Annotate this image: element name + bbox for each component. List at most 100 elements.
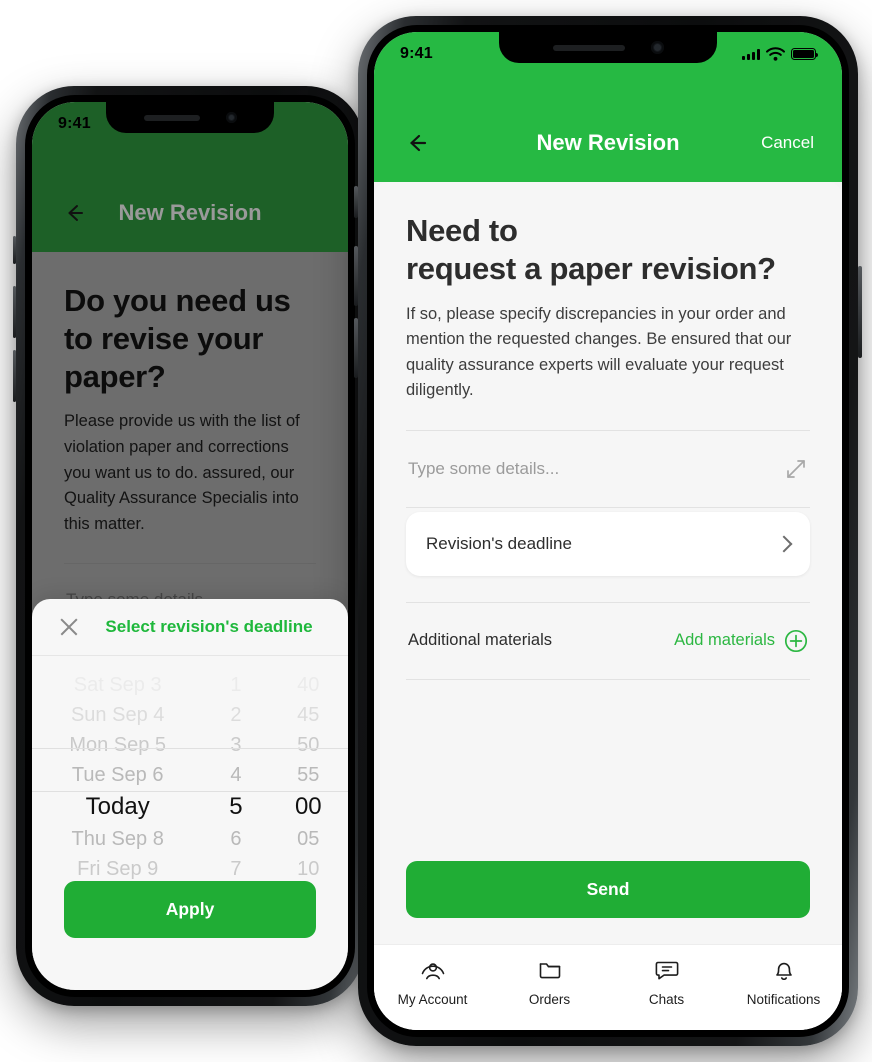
status-time: 9:41 (58, 115, 91, 132)
back-nav-bar: New Revision (32, 194, 348, 232)
tab-my-account[interactable]: My Account (374, 955, 491, 1007)
picker-item[interactable]: Sun Sep 4 (32, 700, 203, 730)
power-button[interactable] (858, 266, 862, 358)
additional-materials-row: Additional materials Add materials (406, 603, 810, 679)
volume-down-button[interactable] (354, 318, 358, 378)
revision-deadline-label: Revision's deadline (426, 533, 572, 553)
tab-notifications[interactable]: Notifications (725, 955, 842, 1007)
details-placeholder: Type some details... (408, 458, 560, 478)
bell-icon (775, 962, 792, 981)
apply-button[interactable]: Apply (64, 881, 316, 938)
picker-item-selected[interactable]: Today (32, 790, 203, 824)
picker-item[interactable]: 1 (203, 670, 268, 700)
picker-item[interactable]: 7 (203, 854, 268, 881)
tab-label: Chats (648, 992, 685, 1007)
bottom-tab-bar: My Account Orders Chats Notifications (374, 944, 842, 1030)
mute-switch[interactable] (354, 186, 358, 218)
tab-label: Notifications (746, 992, 821, 1007)
sheet-title: Select revision's deadline (105, 617, 313, 636)
picker-item[interactable]: Mon Sep 5 (32, 730, 203, 760)
back-page-body-text: Please provide us with the list of viola… (64, 412, 300, 533)
battery-icon (791, 48, 819, 60)
earpiece-speaker (552, 44, 625, 51)
back-phone-screen: 9:41 New Revision Do you need us to revi… (32, 102, 348, 990)
chevron-right-icon (775, 535, 793, 553)
send-button[interactable]: Send (406, 861, 810, 918)
tab-orders[interactable]: Orders (491, 955, 608, 1007)
plus-circle-icon (784, 629, 808, 653)
picker-item[interactable]: 55 (269, 760, 348, 790)
send-button-wrap: Send (374, 861, 842, 944)
screenshot-stage: 9:41 New Revision Do you need us to revi… (0, 0, 872, 1062)
revision-deadline-row[interactable]: Revision's deadline (406, 511, 810, 576)
picker-column-hour[interactable]: 1 2 3 4 5 6 7 8 9 (203, 670, 268, 881)
user-circle-icon (421, 963, 444, 980)
deadline-picker-sheet: Select revision's deadline Sat Sep 3 Sun… (32, 599, 348, 990)
divider-mid (406, 506, 810, 508)
back-headline-line2: to revise your paper? (64, 320, 264, 394)
body-text: If so, please specify discrepancies in y… (406, 304, 792, 400)
tab-label: My Account (397, 992, 468, 1007)
picker-item[interactable]: 2 (203, 700, 268, 730)
apply-button-wrap: Apply (32, 881, 348, 990)
phone-bezel: 9:41 New Revision Do you need us to revi… (25, 95, 355, 997)
headline-line1: Need to (406, 213, 518, 248)
back-page-title: Do you need us to revise your paper? (64, 282, 316, 395)
divider-bottom (406, 678, 810, 680)
picker-item[interactable]: Tue Sep 6 (32, 760, 203, 790)
picker-item[interactable]: Thu Sep 8 (32, 824, 203, 854)
phone-bezel: 9:41 New Revision Cancel Need to request… (367, 25, 849, 1037)
headline: Need to request a paper revision? (406, 212, 810, 288)
mute-switch[interactable] (13, 236, 16, 264)
picker-item[interactable]: Fri Sep 9 (32, 854, 203, 881)
picker-item[interactable]: 05 (269, 824, 348, 854)
status-time: 9:41 (400, 45, 433, 62)
close-icon[interactable] (58, 616, 80, 638)
front-camera (650, 41, 664, 54)
front-phone-device: 9:41 New Revision Cancel Need to request… (354, 16, 862, 1046)
picker-item[interactable]: 4 (203, 760, 268, 790)
page-scroll: Need to request a paper revision? If so,… (374, 182, 842, 861)
arrow-left-icon[interactable] (60, 198, 90, 228)
picker-item[interactable]: 40 (269, 670, 348, 700)
nav-bar: New Revision Cancel (374, 124, 842, 162)
tab-label: Orders (528, 992, 571, 1007)
picker-item[interactable]: Sat Sep 3 (32, 670, 203, 700)
volume-down-button[interactable] (13, 350, 16, 402)
back-headline-line1: Do you need us (64, 283, 291, 318)
expand-diagonal-icon[interactable] (784, 457, 808, 481)
page-body: Need to request a paper revision? If so,… (374, 182, 842, 1030)
status-indicators (742, 47, 819, 61)
headline-line2: request a paper revision? (406, 250, 776, 286)
volume-up-button[interactable] (13, 286, 16, 338)
picker-item-selected[interactable]: 5 (203, 790, 268, 824)
tab-chats[interactable]: Chats (608, 955, 725, 1007)
back-notch (106, 102, 274, 133)
add-materials-label: Add materials (674, 631, 775, 650)
front-notch (499, 32, 717, 63)
volume-up-button[interactable] (354, 246, 358, 306)
picker-item[interactable]: 6 (203, 824, 268, 854)
back-phone-device: 9:41 New Revision Do you need us to revi… (13, 86, 367, 1006)
arrow-left-icon[interactable] (402, 128, 432, 158)
wifi-icon (766, 47, 785, 61)
picker-column-day[interactable]: Sat Sep 3 Sun Sep 4 Mon Sep 5 Tue Sep 6 … (32, 670, 203, 881)
picker-item-selected[interactable]: 00 (269, 790, 348, 824)
picker-item[interactable]: 45 (269, 700, 348, 730)
picker-item[interactable]: 10 (269, 854, 348, 881)
earpiece-speaker (143, 114, 200, 121)
cellular-bars-icon (742, 48, 760, 60)
folder-icon (539, 963, 560, 979)
sheet-header: Select revision's deadline (32, 599, 348, 655)
datetime-picker[interactable]: Sat Sep 3 Sun Sep 4 Mon Sep 5 Tue Sep 6 … (32, 656, 348, 881)
picker-column-minute[interactable]: 40 45 50 55 00 05 10 15 20 (269, 670, 348, 881)
front-phone-screen: 9:41 New Revision Cancel Need to request… (374, 32, 842, 1030)
cancel-button[interactable]: Cancel (761, 133, 814, 153)
chat-bubble-icon (655, 961, 678, 980)
picker-item[interactable]: 3 (203, 730, 268, 760)
details-input[interactable]: Type some details... (406, 431, 810, 507)
add-materials-button[interactable]: Add materials (674, 629, 808, 653)
front-camera (225, 112, 237, 123)
picker-item[interactable]: 50 (269, 730, 348, 760)
additional-materials-label: Additional materials (408, 631, 552, 650)
